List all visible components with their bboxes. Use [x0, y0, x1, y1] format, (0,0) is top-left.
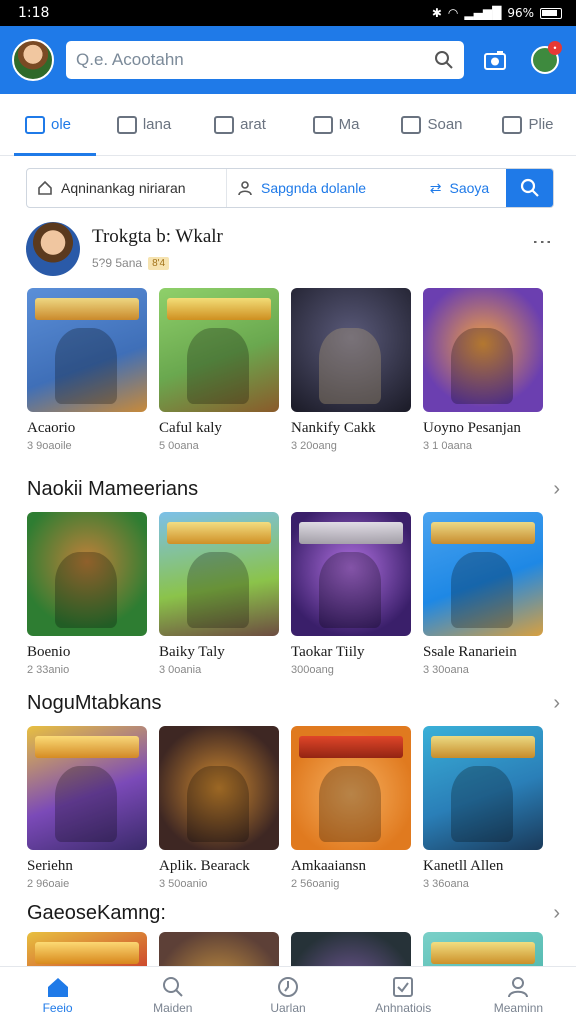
chevron-right-icon[interactable]: › — [553, 902, 560, 925]
tab-home[interactable]: ole — [0, 94, 96, 156]
section-header[interactable]: Naokii Mameerians › — [0, 466, 576, 512]
game-card[interactable]: Aplik. Bearack 3 50oanio — [159, 726, 279, 890]
home-icon — [24, 115, 45, 134]
section-title: Naokii Mameerians — [27, 477, 199, 500]
profile-name: Trokgta b: Wkalr — [92, 226, 223, 247]
edit-icon — [214, 115, 235, 134]
nav-search[interactable]: Maiden — [115, 967, 230, 1024]
chevron-right-icon[interactable]: › — [553, 692, 560, 715]
bluetooth-icon: ✱ — [431, 6, 442, 20]
doc-icon — [312, 115, 333, 134]
file-icon — [502, 115, 523, 134]
game-card[interactable]: Ssale Ranariein 3 30oana — [423, 512, 543, 676]
section-title: GaeoseKamng: — [27, 901, 166, 924]
game-thumbnail[interactable] — [159, 512, 279, 636]
tab-ma[interactable]: Ma — [288, 94, 384, 155]
home-icon — [47, 978, 68, 997]
game-thumbnail[interactable] — [291, 726, 411, 850]
game-thumbnail[interactable] — [423, 726, 543, 850]
profile-card[interactable]: Trokgta b: Wkalr 5?9 5ana 8'4 ⋮ — [0, 208, 576, 288]
chevron-right-icon[interactable]: › — [553, 478, 560, 501]
tab-arat[interactable]: arat — [192, 94, 288, 155]
nav-clock[interactable]: Uarlan — [230, 967, 345, 1024]
game-row-3: Seriehn 2 96oaie Aplik. Bearack 3 50oanio … — [0, 726, 576, 890]
game-thumbnail[interactable] — [291, 512, 411, 636]
notification-avatar[interactable]: • — [526, 41, 564, 79]
camera-icon[interactable] — [476, 41, 514, 79]
game-card[interactable]: Uoyno Pesanjan 3 1 0aana — [423, 288, 543, 452]
profile-meta: 5?9 5ana — [92, 256, 143, 270]
notification-badge: • — [548, 41, 562, 55]
bottom-nav: Feeio Maiden Uarlan Anhnatiois Meaminn — [0, 966, 576, 1024]
status-bar: 1:18 ✱ ◠ ▂▄▆█ 96% — [0, 0, 576, 26]
chart-icon — [116, 115, 137, 134]
search-icon[interactable] — [434, 50, 454, 70]
more-options-icon[interactable]: ⋮ — [530, 222, 554, 254]
game-thumbnail[interactable] — [159, 288, 279, 412]
clock-icon — [278, 977, 298, 997]
game-thumbnail[interactable] — [27, 512, 147, 636]
game-thumbnail[interactable] — [159, 726, 279, 850]
avatar[interactable] — [12, 39, 54, 81]
game-row-2: Boenio 2 33anio Baiky Taly 3 0oania Taokar… — [0, 512, 576, 676]
game-card[interactable]: Caful kaly 5 0oana — [159, 288, 279, 452]
wifi-icon: ◠ — [447, 6, 459, 20]
filter-location[interactable]: Aqninankag niriaran — [27, 169, 227, 207]
nav-profile[interactable]: Meaminn — [461, 967, 576, 1024]
game-card[interactable]: Seriehn 2 96oaie — [27, 726, 147, 890]
game-row-1: Acaorio 3 9oaoile Caful kaly 5 0oana Nanki… — [0, 288, 576, 452]
filter-bar: Aqninankag niriaran Sapgnda dolanle ⇄ Sa… — [26, 168, 554, 208]
search-input[interactable]: Q.e. Acootahn — [76, 50, 426, 70]
game-card[interactable]: Kanetll Allen 3 36oana — [423, 726, 543, 890]
status-time: 1:18 — [18, 5, 50, 21]
tab-bar: ole lana arat Ma Soan Plie — [0, 94, 576, 156]
game-card[interactable]: Boenio 2 33anio — [27, 512, 147, 676]
home-icon — [38, 180, 52, 195]
search-icon — [162, 977, 183, 997]
section-header[interactable]: NoguMtabkans › — [0, 680, 576, 726]
swap-icon: ⇄ — [429, 179, 442, 196]
nav-home[interactable]: Feeio — [0, 967, 115, 1024]
game-card[interactable]: Taokar Tiily 300oang — [291, 512, 411, 676]
app-header: Q.e. Acootahn • — [0, 26, 576, 94]
game-thumbnail[interactable] — [27, 726, 147, 850]
profile-tag: 8'4 — [148, 256, 170, 270]
game-card[interactable]: Acaorio 3 9oaoile — [27, 288, 147, 452]
section-header[interactable]: GaeoseKamng: › — [0, 894, 576, 932]
game-thumbnail[interactable] — [27, 288, 147, 412]
search-bar[interactable]: Q.e. Acootahn — [66, 41, 464, 79]
profile-avatar[interactable] — [26, 222, 80, 276]
game-thumbnail[interactable] — [291, 288, 411, 412]
tab-lana[interactable]: lana — [96, 94, 192, 155]
game-card[interactable]: Amkaaiansn 2 56oanig — [291, 726, 411, 890]
battery-icon — [540, 7, 562, 19]
nav-check[interactable]: Anhnatiois — [346, 967, 461, 1024]
game-thumbnail[interactable] — [423, 288, 543, 412]
person-icon — [238, 181, 252, 196]
game-card[interactable]: Baiky Taly 3 0oania — [159, 512, 279, 676]
signal-icon: ▂▄▆█ — [464, 6, 502, 20]
battery-text: 96% — [507, 6, 534, 20]
game-card[interactable]: Nankify Cakk 3 20oang — [291, 288, 411, 452]
filter-person[interactable]: Sapgnda dolanle — [227, 169, 413, 207]
filter-sort[interactable]: ⇄ Saoya — [413, 169, 506, 207]
section-title: NoguMtabkans — [27, 691, 162, 714]
tab-soan[interactable]: Soan — [384, 94, 480, 155]
search-icon — [520, 178, 539, 197]
person-icon — [508, 977, 529, 998]
check-icon — [393, 977, 414, 997]
map-icon — [401, 115, 422, 134]
tab-plie[interactable]: Plie — [480, 94, 576, 155]
game-thumbnail[interactable] — [423, 512, 543, 636]
filter-search-button[interactable] — [506, 169, 553, 207]
